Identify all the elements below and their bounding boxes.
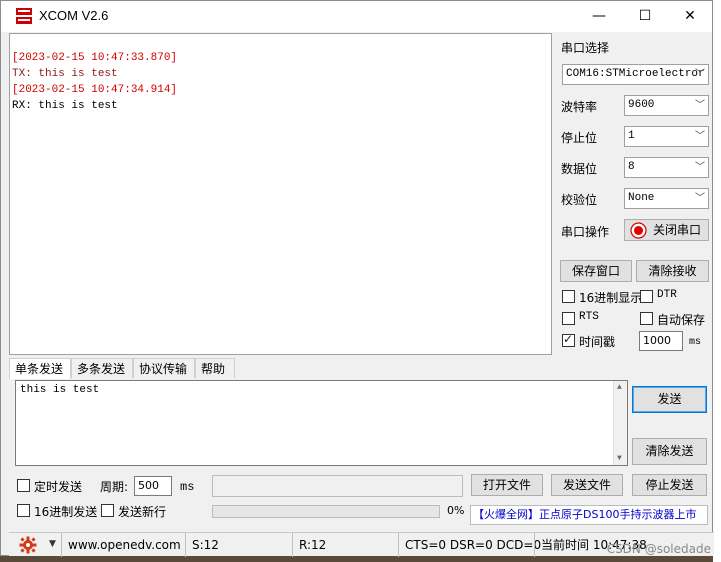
minimize-button[interactable]: — xyxy=(576,1,622,32)
port-status-led-icon xyxy=(630,222,647,245)
parity-value: None xyxy=(628,192,655,204)
tab-protocol[interactable]: 协议传输 xyxy=(133,358,195,378)
data-bits-label: 数据位 xyxy=(561,162,598,176)
rts-label: RTS xyxy=(579,311,599,323)
tab-multi-send[interactable]: 多条发送 xyxy=(71,358,133,378)
parity-select[interactable]: None ﹀ xyxy=(624,188,709,209)
dtr-label: DTR xyxy=(657,289,677,301)
port-select-value: COM16:STMicroelectror xyxy=(566,68,705,80)
maximize-button[interactable]: ☐ xyxy=(622,1,668,32)
stop-bits-select[interactable]: 1 ﹀ xyxy=(624,126,709,147)
timestamp-checkbox[interactable] xyxy=(562,332,575,347)
timed-send-checkbox[interactable] xyxy=(17,479,30,492)
caret-down-icon[interactable]: ▼ xyxy=(49,539,56,549)
port-select-label: 串口选择 xyxy=(561,41,610,55)
ad-banner-link[interactable]: 【火爆全网】正点原子DS100手持示波器上市 xyxy=(470,505,708,525)
port-op-label: 串口操作 xyxy=(561,225,610,239)
timestamp-unit-label: ms xyxy=(689,337,702,348)
chevron-down-icon: ﹀ xyxy=(695,100,705,111)
rts-checkbox[interactable] xyxy=(562,312,575,325)
scroll-up-icon: ▲ xyxy=(617,383,622,392)
auto-save-label: 自动保存 xyxy=(657,313,706,327)
period-unit-label: ms xyxy=(180,480,195,494)
baud-label: 波特率 xyxy=(561,100,598,114)
receive-line: TX: this is test xyxy=(12,68,118,80)
modem-signals: CTS=0 DSR=0 DCD=0 xyxy=(398,533,541,557)
receive-line: RX: this is test xyxy=(12,100,118,112)
scroll-down-icon: ▼ xyxy=(617,454,622,463)
period-input[interactable]: 500 xyxy=(134,476,172,496)
stop-send-button[interactable]: 停止发送 xyxy=(632,474,707,496)
auto-save-checkbox[interactable] xyxy=(640,312,653,325)
hex-send-label: 16进制发送 xyxy=(34,505,98,519)
save-window-button[interactable]: 保存窗口 xyxy=(560,260,632,282)
hex-display-checkbox[interactable] xyxy=(562,290,575,303)
chevron-down-icon: ﹀ xyxy=(695,193,705,204)
chevron-down-icon: ﹀ xyxy=(695,162,705,173)
data-bits-value: 8 xyxy=(628,161,635,173)
clear-receive-button[interactable]: 清除接收 xyxy=(636,260,709,282)
close-port-label: 关闭串口 xyxy=(653,223,702,237)
clear-send-button[interactable]: 清除发送 xyxy=(632,438,707,465)
timed-send-label: 定时发送 xyxy=(34,480,83,494)
send-text: this is test xyxy=(20,384,100,396)
send-newline-label: 发送新行 xyxy=(118,505,167,519)
baud-select[interactable]: 9600 ﹀ xyxy=(624,95,709,116)
send-textarea[interactable]: this is test ▲ ▼ xyxy=(15,380,628,466)
tab-help[interactable]: 帮助 xyxy=(195,358,235,378)
website-link[interactable]: www.openedv.com xyxy=(61,533,183,557)
receive-line: [2023-02-15 10:47:34.914] xyxy=(12,84,178,96)
receive-line: [2023-02-15 10:47:33.870] xyxy=(12,52,178,64)
port-select[interactable]: COM16:STMicroelectror ﹀ xyxy=(562,64,709,85)
close-port-button[interactable]: 关闭串口 xyxy=(624,219,709,241)
baud-select-value: 9600 xyxy=(628,99,655,111)
data-bits-select[interactable]: 8 ﹀ xyxy=(624,157,709,178)
sent-count: S:12 xyxy=(185,533,291,557)
received-count: R:12 xyxy=(292,533,396,557)
background-desktop xyxy=(713,0,721,562)
send-newline-checkbox[interactable] xyxy=(101,504,114,517)
dtr-checkbox[interactable] xyxy=(640,290,653,303)
gear-icon[interactable] xyxy=(19,536,37,557)
send-file-button[interactable]: 发送文件 xyxy=(551,474,623,496)
close-button[interactable]: ✕ xyxy=(667,1,713,32)
window-title: XCOM V2.6 xyxy=(39,8,109,23)
chevron-down-icon: ﹀ xyxy=(695,69,705,80)
send-button[interactable]: 发送 xyxy=(632,386,707,413)
chevron-down-icon: ﹀ xyxy=(695,131,705,142)
progress-percent: 0% xyxy=(447,504,465,517)
file-send-progress xyxy=(212,505,440,518)
timestamp-label: 时间戳 xyxy=(579,335,616,349)
parity-label: 校验位 xyxy=(561,193,598,207)
period-label: 周期: xyxy=(100,480,129,494)
send-scrollbar[interactable]: ▲ ▼ xyxy=(613,381,627,465)
file-path-input[interactable] xyxy=(212,475,463,497)
title-bar[interactable]: XCOM V2.6 — ☐ ✕ xyxy=(1,1,712,32)
open-file-button[interactable]: 打开文件 xyxy=(471,474,543,496)
tab-single-send[interactable]: 单条发送 xyxy=(9,358,71,379)
watermark: CSDN @soledade xyxy=(606,542,711,556)
hex-display-label: 16进制显示 xyxy=(579,291,643,305)
timestamp-interval-input[interactable]: 1000 xyxy=(639,331,683,351)
hex-send-checkbox[interactable] xyxy=(17,504,30,517)
receive-textarea[interactable]: [2023-02-15 10:47:33.870] TX: this is te… xyxy=(9,33,552,355)
xcom-window: XCOM V2.6 — ☐ ✕ [2023-02-15 10:47:33.870… xyxy=(0,0,714,557)
app-logo-icon xyxy=(15,7,33,25)
stop-bits-label: 停止位 xyxy=(561,131,598,145)
stop-bits-value: 1 xyxy=(628,130,635,142)
